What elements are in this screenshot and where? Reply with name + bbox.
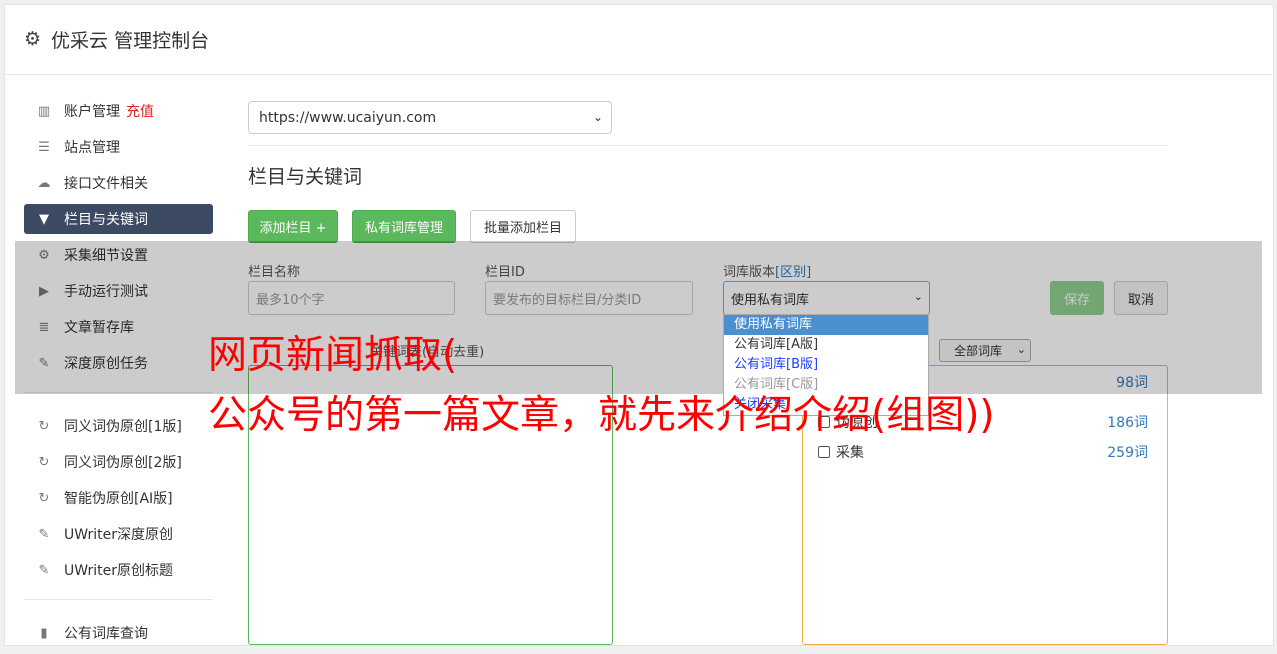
site-select-value: https://www.ucaiyun.com [259, 109, 437, 126]
sidebar-item-public-lib-query[interactable]: ▮ 公有词库查询 [24, 618, 213, 648]
edit-icon: ✎ [38, 562, 50, 578]
dim-overlay [15, 241, 1262, 394]
cloud-upload-icon: ☁ [37, 175, 51, 191]
dropdown-option[interactable]: 公有词库[A版] [724, 335, 928, 355]
sidebar-item-uwriter-deep[interactable]: ✎ UWriter深度原创 [24, 519, 213, 549]
watermark-line-2: 公众号的第一篇文章，就先来介绍介绍(组图)) [208, 393, 995, 438]
sidebar-item-synonym-v1[interactable]: ↻ 同义词伪原创[1版] [24, 411, 213, 441]
dropdown-option[interactable]: 使用私有词库 [724, 315, 928, 335]
sidebar-item-label: 公有词库查询 [64, 626, 148, 642]
lib-count: 186词 [1107, 415, 1148, 431]
sidebar-item-interface-files[interactable]: ☁ 接口文件相关 [24, 168, 213, 198]
recharge-link[interactable]: 充值 [126, 101, 154, 121]
batch-add-button[interactable]: 批量添加栏目 [470, 210, 576, 243]
sidebar-item-account[interactable]: ▥ 账户管理 充值 [24, 96, 213, 126]
sidebar-divider [24, 599, 213, 600]
header: ⚙ 优采云 管理控制台 [4, 4, 1272, 75]
lib-count: 259词 [1107, 445, 1148, 461]
sidebar-item-sites[interactable]: ☰ 站点管理 [24, 132, 213, 162]
sidebar-item-label: 栏目与关键词 [64, 212, 148, 228]
gear-icon: ⚙ [24, 28, 42, 50]
sidebar-item-label: 站点管理 [64, 140, 120, 156]
dropdown-option[interactable]: 公有词库[B版] [724, 355, 928, 375]
site-select[interactable]: https://www.ucaiyun.com ⌄ [248, 101, 612, 134]
sidebar-item-uwriter-title[interactable]: ✎ UWriter原创标题 [24, 555, 213, 585]
sidebar-item-columns-keywords[interactable]: ▼ 栏目与关键词 [24, 204, 213, 234]
refresh-icon: ↻ [38, 418, 50, 434]
sidebar-item-label: 接口文件相关 [64, 176, 148, 192]
lib-list-label: 采集 [836, 445, 864, 461]
filter-icon: ▼ [39, 211, 49, 227]
sidebar-item-label: 账户管理 [64, 104, 120, 120]
sidebar-item-label: 同义词伪原创[1版] [64, 419, 182, 435]
server-icon: ☰ [38, 139, 50, 155]
chevron-down-icon: ⌄ [592, 110, 603, 124]
sidebar-item-label: 同义词伪原创[2版] [64, 455, 182, 471]
sidebar-item-label: UWriter深度原创 [64, 527, 173, 543]
sidebar-item-label: 智能伪原创[AI版] [64, 491, 173, 507]
sidebar-item-synonym-v2[interactable]: ↻ 同义词伪原创[2版] [24, 447, 213, 477]
app-title: 优采云 管理控制台 [51, 29, 210, 52]
refresh-icon: ↻ [38, 454, 50, 470]
refresh-icon: ↻ [38, 490, 50, 506]
book-icon: ▮ [40, 625, 48, 641]
sidebar-item-label: UWriter原创标题 [64, 563, 173, 579]
add-column-button[interactable]: 添加栏目 + [248, 210, 338, 243]
lib-list-item[interactable]: 采集 259词 [818, 442, 1148, 462]
private-lib-button[interactable]: 私有词库管理 [352, 210, 456, 243]
watermark-line-1: 网页新闻抓取( [208, 333, 458, 378]
divider [248, 145, 1168, 146]
checkbox[interactable] [818, 446, 830, 458]
bar-chart-icon: ▥ [37, 103, 51, 119]
edit-icon: ✎ [38, 526, 50, 542]
section-title: 栏目与关键词 [248, 166, 363, 188]
sidebar-item-ai-original[interactable]: ↻ 智能伪原创[AI版] [24, 483, 213, 513]
